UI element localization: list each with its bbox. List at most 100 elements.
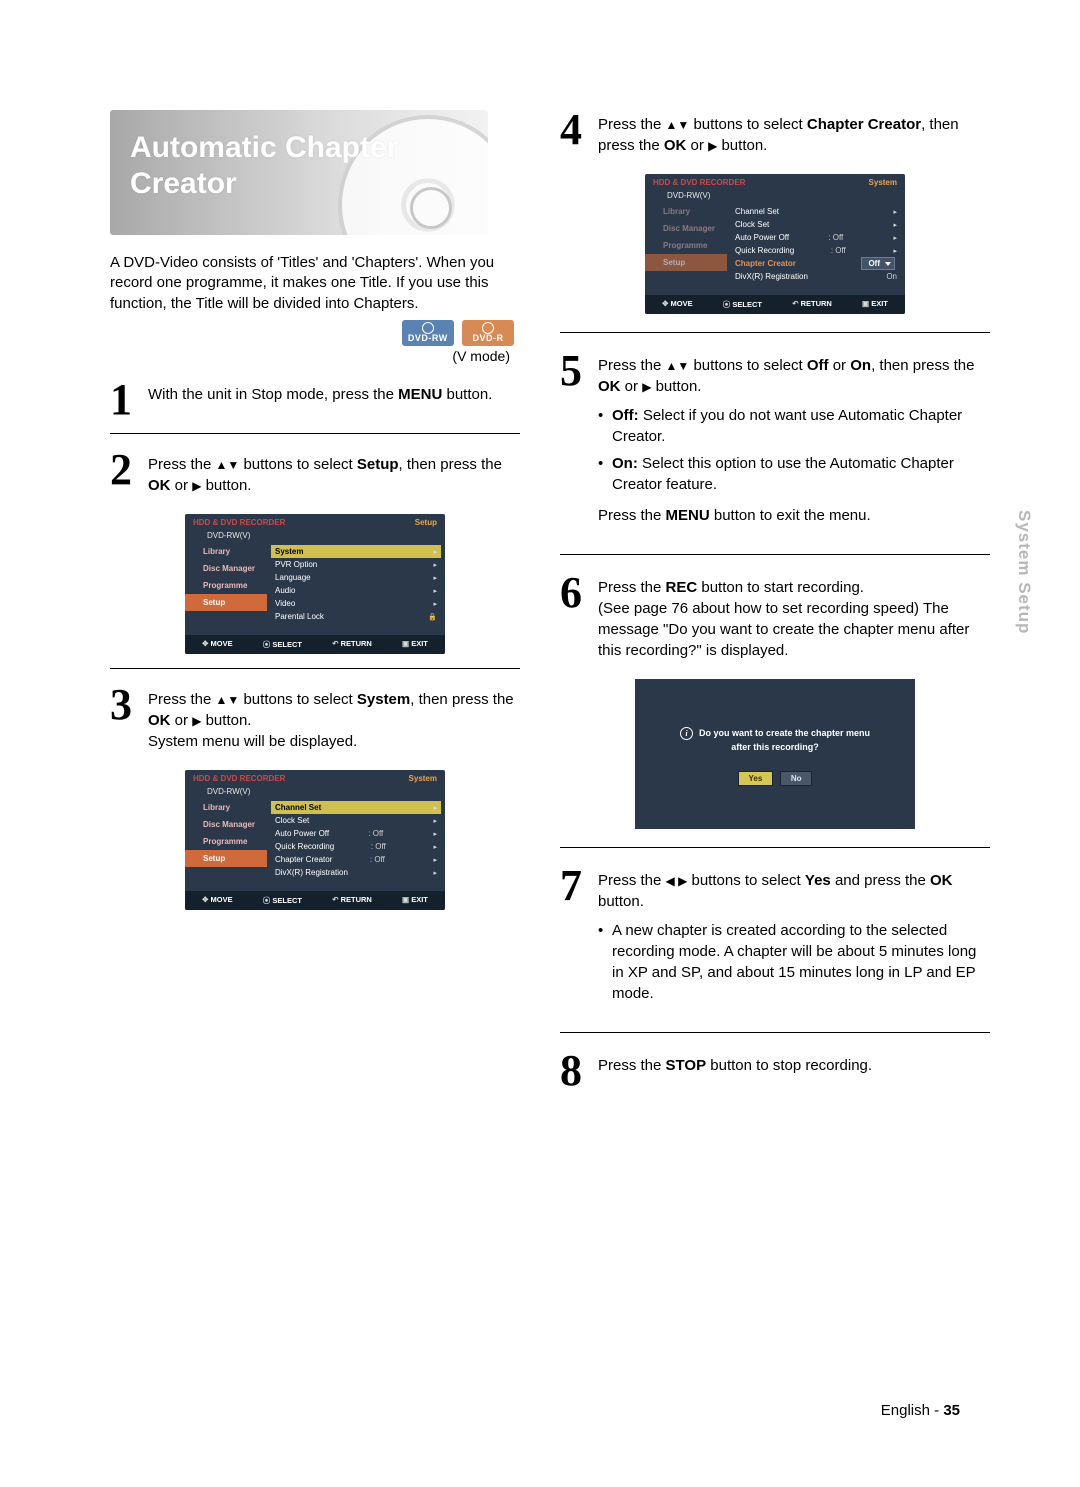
osd-row: Auto Power Off: Off▸ [271, 827, 441, 840]
exit-note: Press the MENU button to exit the menu. [598, 505, 990, 526]
step-1: 1 With the unit in Stop mode, press the … [110, 380, 520, 420]
osd-row-selected: Channel Set▸ [271, 801, 441, 814]
page-footer: English - 35 [881, 1402, 960, 1419]
osd-row: Language▸ [271, 571, 441, 584]
step-number: 3 [110, 685, 138, 752]
divider [560, 332, 990, 333]
osd-footer: ✥ MOVE ⦿ SELECT ↶ RETURN ▣ EXIT [185, 635, 445, 654]
osd-title: HDD & DVD RECORDER [193, 518, 285, 527]
osd-chaptercreator-screenshot: HDD & DVD RECORDER System DVD-RW(V) Libra… [645, 174, 905, 314]
osd-sidebar: Library Disc Manager Programme Setup [185, 799, 267, 891]
step7-note: A new chapter is created according to th… [598, 920, 990, 1004]
osd-side-item: Disc Manager [185, 816, 267, 833]
divider [560, 554, 990, 555]
option-list: Off: Select if you do not want use Autom… [598, 405, 990, 495]
up-down-icon: ▲▼ [216, 458, 240, 472]
osd-setup-screenshot: HDD & DVD RECORDER Setup DVD-RW(V) Librar… [185, 514, 445, 654]
step-text: Press the ▲▼ buttons to select Chapter C… [598, 110, 990, 156]
page-number: 35 [943, 1402, 960, 1419]
osd-row: Auto Power Off: Off▸ [731, 231, 901, 244]
footer-language: English [881, 1402, 930, 1419]
osd-side-item: Programme [185, 577, 267, 594]
step-number: 7 [560, 866, 588, 1014]
disc-type-badges: DVD-RW DVD-R [110, 320, 514, 346]
left-column: Automatic Chapter Creator A DVD-Video co… [110, 110, 520, 1437]
osd-system-screenshot: HDD & DVD RECORDER System DVD-RW(V) Libra… [185, 770, 445, 910]
dialog-line1: Do you want to create the chapter menu [699, 728, 870, 738]
dialog-no-button: No [780, 771, 813, 786]
osd-confirm-dialog: iDo you want to create the chapter menu … [635, 679, 915, 829]
osd-row: PVR Option▸ [271, 558, 441, 571]
osd-side-item: Disc Manager [645, 220, 727, 237]
osd-row: Clock Set▸ [271, 814, 441, 827]
up-down-icon: ▲▼ [666, 359, 690, 373]
section-hero: Automatic Chapter Creator [110, 110, 488, 235]
osd-footer: ✥ MOVE ⦿ SELECT ↶ RETURN ▣ EXIT [645, 295, 905, 314]
osd-row: Video▸ [271, 597, 441, 610]
osd-disc-label: DVD-RW(V) [185, 531, 445, 543]
osd-row: Clock Set▸ [731, 218, 901, 231]
osd-side-item-selected: Setup [645, 254, 727, 271]
step-7: 7 Press the ◀ ▶ buttons to select Yes an… [560, 866, 990, 1014]
osd-disc-label: DVD-RW(V) [185, 787, 445, 799]
osd-sidebar: Library Disc Manager Programme Setup [645, 203, 727, 295]
osd-title: HDD & DVD RECORDER [653, 178, 745, 187]
osd-row: DivX(R) Registration▸ [271, 866, 441, 879]
osd-sidebar: Library Disc Manager Programme Setup [185, 543, 267, 635]
osd-row: Quick Recording: Off▸ [271, 840, 441, 853]
step-number: 4 [560, 110, 588, 156]
osd-row: Channel Set▸ [731, 205, 901, 218]
step-text: Press the ▲▼ buttons to select Setup, th… [148, 450, 520, 496]
osd-side-item: Library [185, 543, 267, 560]
step-5: 5 Press the ▲▼ buttons to select Off or … [560, 351, 990, 536]
step-8: 8 Press the STOP button to stop recordin… [560, 1051, 990, 1091]
dvd-rw-badge: DVD-RW [402, 320, 454, 346]
option-on: On: Select this option to use the Automa… [598, 453, 990, 495]
step-number: 1 [110, 380, 138, 420]
step-number: 5 [560, 351, 588, 536]
step-text: With the unit in Stop mode, press the ME… [148, 380, 492, 420]
osd-side-item: Library [185, 799, 267, 816]
up-down-icon: ▲▼ [666, 118, 690, 132]
osd-row-selected: System▸ [271, 545, 441, 558]
divider [560, 1032, 990, 1033]
osd-row: Chapter Creator: Off▸ [271, 853, 441, 866]
step-text: Press the STOP button to stop recording. [598, 1051, 872, 1091]
osd-side-item: Library [645, 203, 727, 220]
osd-screen-name: System [869, 178, 897, 187]
step-3: 3 Press the ▲▼ buttons to select System,… [110, 685, 520, 752]
osd-disc-label: DVD-RW(V) [645, 191, 905, 203]
step-4: 4 Press the ▲▼ buttons to select Chapter… [560, 110, 990, 156]
up-down-icon: ▲▼ [216, 693, 240, 707]
dialog-yes-button: Yes [738, 771, 774, 786]
left-right-icon: ◀ ▶ [666, 874, 688, 888]
step-number: 6 [560, 573, 588, 661]
osd-screen-name: System [409, 774, 437, 783]
osd-title: HDD & DVD RECORDER [193, 774, 285, 783]
osd-side-item-selected: Setup [185, 594, 267, 611]
dvd-r-badge: DVD-R [462, 320, 514, 346]
intro-text: A DVD-Video consists of 'Titles' and 'Ch… [110, 253, 520, 314]
divider [560, 847, 990, 848]
osd-side-item-selected: Setup [185, 850, 267, 867]
osd-side-item: Disc Manager [185, 560, 267, 577]
osd-main: Channel Set▸ Clock Set▸ Auto Power Off: … [727, 203, 905, 295]
osd-side-item: Programme [645, 237, 727, 254]
step-number: 8 [560, 1051, 588, 1091]
step7-note-item: A new chapter is created according to th… [598, 920, 990, 1004]
osd-main: Channel Set▸ Clock Set▸ Auto Power Off: … [267, 799, 445, 891]
info-icon: i [680, 727, 693, 740]
dialog-line2: after this recording? [731, 742, 819, 752]
step-text: Press the ▲▼ buttons to select Off or On… [598, 351, 990, 536]
section-title: Automatic Chapter Creator [130, 130, 488, 202]
section-tab: System Setup [1014, 510, 1034, 634]
osd-footer: ✥ MOVE ⦿ SELECT ↶ RETURN ▣ EXIT [185, 891, 445, 910]
step-text: Press the REC button to start recording.… [598, 573, 990, 661]
step-2: 2 Press the ▲▼ buttons to select Setup, … [110, 450, 520, 496]
right-icon: ▶ [708, 139, 717, 153]
osd-row: Parental Lock🔒 [271, 610, 441, 623]
step-number: 2 [110, 450, 138, 496]
step-text: Press the ▲▼ buttons to select System, t… [148, 685, 520, 752]
right-column: 4 Press the ▲▼ buttons to select Chapter… [560, 110, 990, 1437]
osd-row-highlight: Chapter Creator Off [731, 257, 901, 270]
